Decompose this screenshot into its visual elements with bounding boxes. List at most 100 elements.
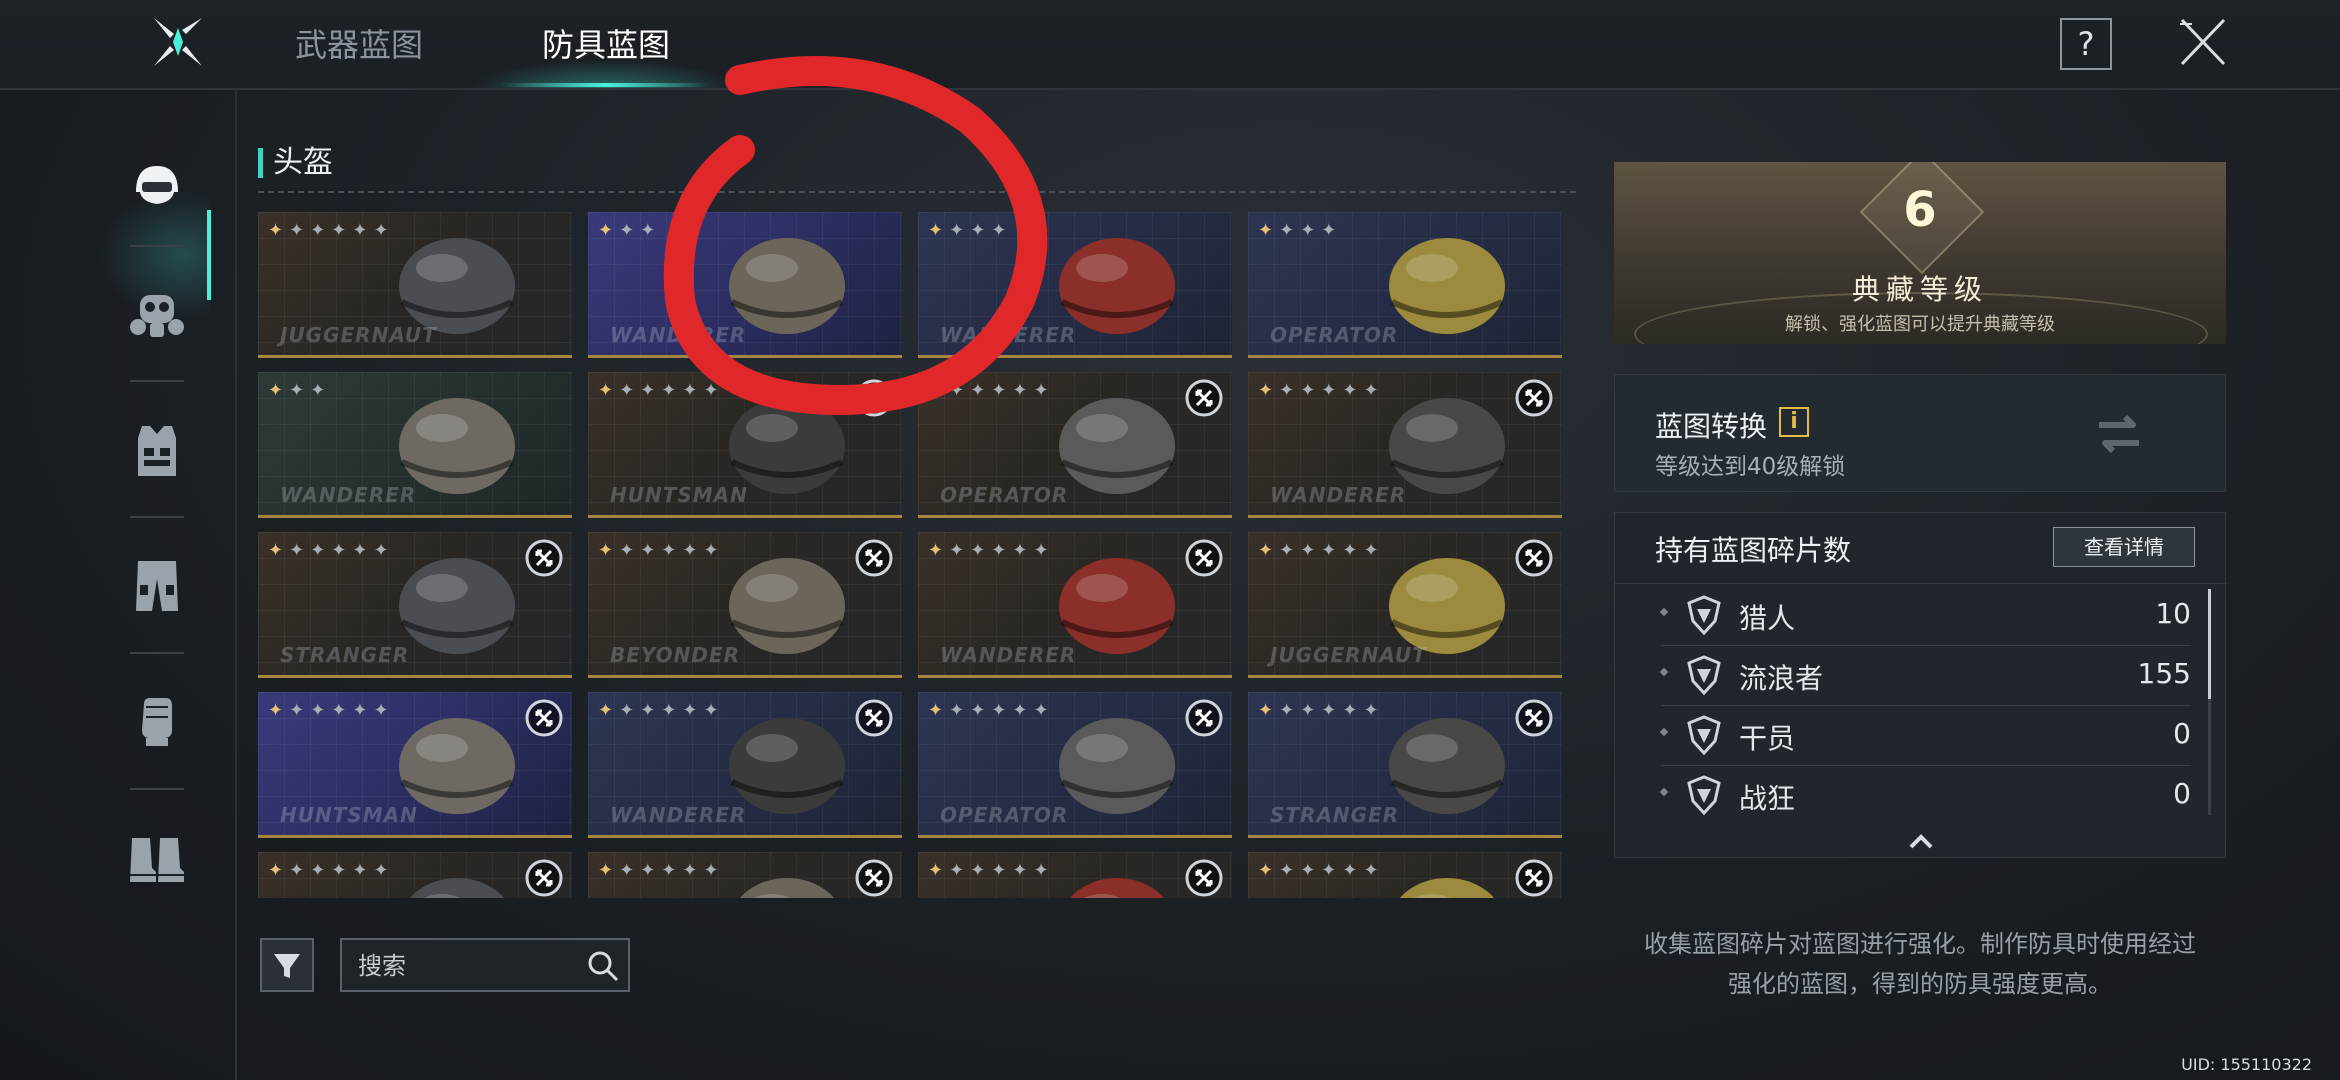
swap-arrows-icon[interactable] [2093,409,2145,459]
star-icon: ✦ [310,540,332,561]
star-icon: ✦ [949,700,971,721]
blueprint-card[interactable]: ✦✦✦✦✦✦ [258,852,572,898]
info-icon[interactable]: i [1779,407,1809,437]
star-icon: ✦ [991,700,1013,721]
blueprint-card[interactable]: ✦✦✦✦✦✦ OPERATOR [918,692,1232,838]
active-category-indicator [207,210,211,300]
blueprint-card[interactable]: ✦✦✦✦✦✦ BEYONDER [588,532,902,678]
star-icon: ✦ [970,380,992,401]
search-box[interactable] [340,938,630,992]
star-icon: ✦ [661,860,683,881]
locked-blueprint-icon [855,379,893,417]
sidebar-item-helmet[interactable] [126,158,188,220]
blueprint-card[interactable]: ✦✦✦✦✦✦ HUNTSMAN [588,372,902,518]
card-faction-tag: WANDERER [610,803,747,827]
card-faction-tag: WANDERER [940,323,1077,347]
star-icon: ✦ [991,860,1013,881]
star-icon: ✦ [949,860,971,881]
star-icon: ✦ [1321,540,1343,561]
blueprint-card[interactable]: ✦✦✦✦✦✦ JUGGERNAUT [1248,532,1562,678]
gold-star-icon: ✦ [1258,220,1280,241]
locked-blueprint-icon [855,859,893,897]
star-icon: ✦ [1279,540,1301,561]
sidebar-item-gloves[interactable] [126,690,188,752]
close-x-icon [2180,18,2226,66]
star-icon: ✦ [289,700,311,721]
blueprint-card[interactable]: ✦✦✦✦✦✦ JUGGERNAUT [258,212,572,358]
blueprint-card[interactable]: ✦✦✦✦✦✦ [588,852,902,898]
tab-weapon-blueprint[interactable]: 武器蓝图 [295,20,423,66]
star-icon: ✦ [1012,380,1034,401]
search-input[interactable] [356,940,570,992]
shard-row: 猎人 10 [1659,585,2191,646]
blueprint-grid[interactable]: ✦✦✦✦✦✦ JUGGERNAUT ✦✦✦ WANDERER ✦✦✦✦ WANDERER ✦… [258,212,1576,898]
star-icon: ✦ [1012,700,1034,721]
locked-blueprint-icon [855,699,893,737]
locked-blueprint-icon [855,539,893,577]
helmet-image [739,878,835,898]
footnote-line-2: 强化的蓝图，得到的防具强度更高。 [1728,970,2112,998]
star-rating: ✦✦✦✦✦✦ [598,700,725,721]
locked-blueprint-icon [1185,699,1223,737]
gold-star-icon: ✦ [1258,540,1280,561]
star-icon: ✦ [352,860,374,881]
blueprint-card[interactable]: ✦✦✦✦✦✦ WANDERER [1248,372,1562,518]
bullet-dot [1659,607,1669,617]
sidebar-item-armor[interactable] [126,420,188,482]
card-faction-tag: JUGGERNAUT [280,323,437,347]
blueprint-card[interactable]: ✦✦✦✦✦✦ WANDERER [588,692,902,838]
close-button[interactable] [2178,16,2228,68]
blueprint-card[interactable]: ✦✦✦ WANDERER [588,212,902,358]
blueprint-convert-panel[interactable]: 蓝图转换 i 等级达到40级解锁 [1614,374,2226,492]
sidebar-item-pants[interactable] [126,555,188,617]
shard-count: 155 [2137,657,2191,690]
shards-scrollbar-thumb[interactable] [2208,589,2211,699]
shards-list[interactable]: 猎人 10 流浪者 155 干员 0 战狂 0 [1615,585,2227,821]
sidebar-item-boots[interactable] [126,828,188,890]
blueprint-card[interactable]: ✦✦✦✦✦✦ STRANGER [1248,692,1562,838]
star-icon: ✦ [640,540,662,561]
blueprint-card[interactable]: ✦✦✦ WANDERER [258,372,572,518]
locked-blueprint-icon [1515,539,1553,577]
section-divider [258,191,1576,193]
shard-count: 10 [2155,597,2191,630]
view-details-button[interactable]: 查看详情 [2053,527,2195,567]
help-button[interactable]: ? [2060,18,2112,70]
star-icon: ✦ [640,220,662,241]
blueprint-card[interactable]: ✦✦✦✦ WANDERER [918,212,1232,358]
collapse-button[interactable] [1615,823,2227,857]
blueprint-card[interactable]: ✦✦✦✦✦✦ WANDERER [918,532,1232,678]
magnifier-icon[interactable] [586,949,620,983]
collection-level-panel: 6 典藏等级 解锁、强化蓝图可以提升典藏等级 [1614,162,2226,344]
gold-star-icon: ✦ [598,540,620,561]
star-icon: ✦ [991,540,1013,561]
star-icon: ✦ [1321,380,1343,401]
category-sidebar [0,90,237,1080]
star-rating: ✦✦✦ [598,220,661,241]
locked-blueprint-icon [525,539,563,577]
faction-emblem-icon [1687,775,1721,815]
blueprint-card[interactable]: ✦✦✦✦✦✦ HUNTSMAN [258,692,572,838]
blueprint-card[interactable]: ✦✦✦✦✦✦ [918,852,1232,898]
shard-faction-name: 猎人 [1739,602,1796,635]
blueprint-card[interactable]: ✦✦✦✦✦✦ OPERATOR [918,372,1232,518]
star-icon: ✦ [682,380,704,401]
sidebar-divider [130,788,184,790]
star-icon: ✦ [619,860,641,881]
locked-blueprint-icon [1185,379,1223,417]
blueprint-shards-panel: 持有蓝图碎片数 查看详情 猎人 10 流浪者 155 干员 0 战狂 0 [1614,512,2227,858]
star-icon: ✦ [352,540,374,561]
chevron-up-icon [1909,834,1933,849]
locked-blueprint-icon [1515,699,1553,737]
star-rating: ✦✦✦✦✦✦ [598,860,725,881]
blueprint-card[interactable]: ✦✦✦✦✦✦ STRANGER [258,532,572,678]
helmet-image [1399,878,1495,898]
card-faction-tag: OPERATOR [940,483,1069,507]
sidebar-item-mask[interactable] [126,285,188,347]
filter-button[interactable] [260,938,314,992]
bullet-dot [1659,787,1669,797]
sidebar-divider [130,652,184,654]
blueprint-card[interactable]: ✦✦✦✦ OPERATOR [1248,212,1562,358]
star-icon: ✦ [1300,540,1322,561]
blueprint-card[interactable]: ✦✦✦✦✦✦ [1248,852,1562,898]
